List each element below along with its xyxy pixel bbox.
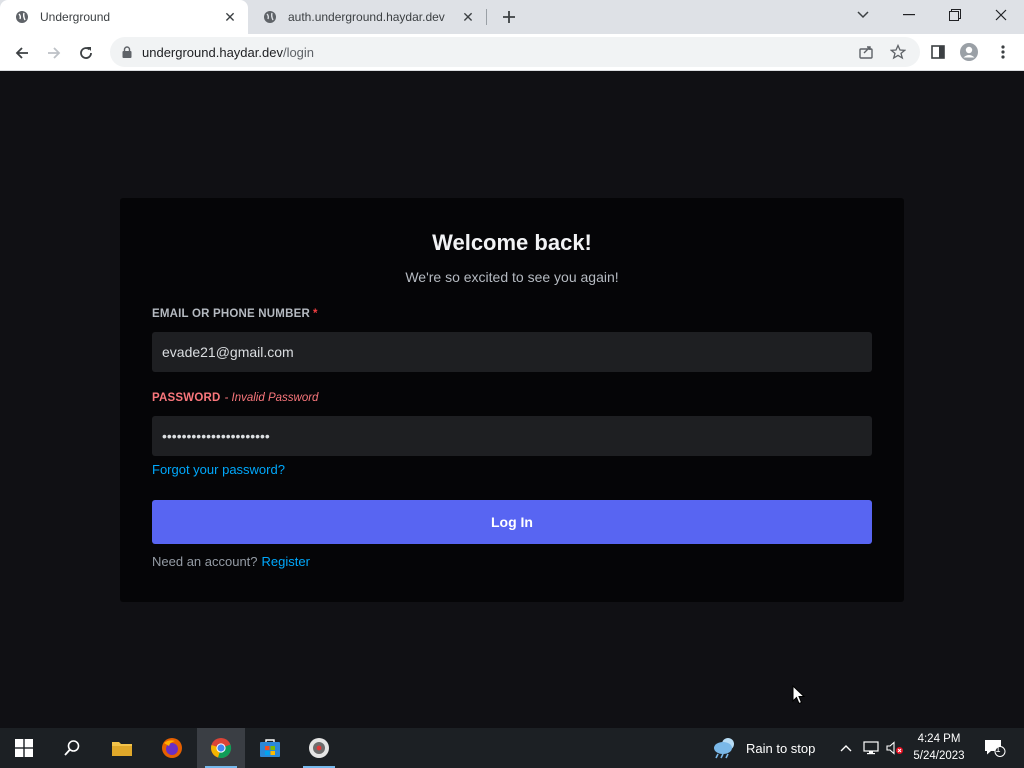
store-icon[interactable] (246, 728, 294, 768)
register-prompt: Need an account? Register (152, 554, 310, 569)
weather-widget[interactable]: Rain to stop (712, 728, 815, 768)
login-button[interactable]: Log In (152, 500, 872, 544)
tab-separator (486, 9, 487, 25)
login-card: Welcome back! We're so excited to see yo… (120, 198, 904, 602)
browser-toolbar: underground.haydar.dev/login (0, 34, 1024, 71)
email-field[interactable] (152, 332, 872, 372)
page-title: Welcome back! (432, 230, 592, 255)
new-tab-icon[interactable] (498, 6, 520, 28)
restore-icon[interactable] (932, 0, 978, 30)
globe-icon (14, 9, 30, 25)
file-explorer-icon[interactable] (98, 728, 146, 768)
need-account-text: Need an account? (152, 554, 258, 569)
register-link[interactable]: Register (262, 554, 310, 569)
url-host: underground.haydar.dev (142, 44, 283, 60)
clock-date: 5/24/2023 (913, 750, 965, 762)
required-marker: * (312, 308, 318, 320)
weather-text: Rain to stop (746, 740, 816, 756)
address-bar[interactable]: underground.haydar.dev/login (110, 37, 920, 67)
email-label-text: EMAIL OR PHONE NUMBER (152, 308, 310, 320)
minimize-icon[interactable] (886, 0, 932, 30)
taskbar: Rain to stop 4:24 PM 5/24/2023 1 (0, 728, 1024, 768)
search-icon[interactable] (48, 728, 96, 768)
rain-cloud-icon (712, 736, 738, 760)
show-hidden-icons-chevron-icon[interactable] (836, 728, 856, 768)
start-windows-icon[interactable] (0, 728, 48, 768)
reload-icon[interactable] (72, 39, 100, 67)
forward-arrow-icon[interactable] (40, 39, 68, 67)
close-tab-icon[interactable]: ✕ (220, 7, 240, 27)
volume-muted-icon[interactable] (884, 728, 906, 768)
media-player-icon[interactable] (295, 728, 343, 768)
profile-icon[interactable] (956, 39, 982, 65)
close-window-icon[interactable] (978, 0, 1024, 30)
network-icon[interactable] (860, 728, 882, 768)
password-error-text: - Invalid Password (224, 392, 319, 404)
mouse-cursor-icon (792, 685, 806, 705)
chrome-icon[interactable] (197, 728, 245, 768)
url-path: /login (282, 44, 315, 60)
password-label: PASSWORD - Invalid Password (152, 392, 318, 404)
tab-auth[interactable]: auth.underground.haydar.dev ✕ (248, 0, 486, 34)
firefox-icon[interactable] (148, 728, 196, 768)
tab-underground[interactable]: Underground ✕ (0, 0, 248, 34)
tab-title: auth.underground.haydar.dev (288, 10, 445, 24)
page-viewport: Welcome back! We're so excited to see yo… (0, 72, 1024, 728)
password-label-text: PASSWORD (152, 392, 221, 404)
back-arrow-icon[interactable] (8, 39, 36, 67)
tab-strip: Underground ✕ auth.underground.haydar.de… (0, 0, 1024, 34)
url-text: underground.haydar.dev/login (142, 45, 314, 60)
menu-kebab-icon[interactable] (990, 39, 1016, 65)
side-panel-icon[interactable] (925, 39, 951, 65)
clock-time: 4:24 PM (917, 733, 961, 745)
email-label: EMAIL OR PHONE NUMBER * (152, 308, 318, 320)
close-tab-icon[interactable]: ✕ (458, 7, 478, 27)
tab-title: Underground (40, 10, 111, 24)
notification-count: 1 (995, 744, 1001, 754)
globe-icon (262, 9, 278, 25)
tab-search-chevron-icon[interactable] (840, 0, 886, 30)
lock-icon[interactable] (120, 45, 134, 59)
page-subtitle: We're so excited to see you again! (405, 269, 619, 285)
password-field[interactable] (152, 416, 872, 456)
notification-center-icon[interactable]: 1 (980, 728, 1010, 768)
share-icon[interactable] (853, 39, 879, 65)
bookmark-star-icon[interactable] (885, 39, 911, 65)
system-clock[interactable]: 4:24 PM 5/24/2023 (906, 731, 972, 765)
forgot-password-link[interactable]: Forgot your password? (152, 462, 285, 477)
